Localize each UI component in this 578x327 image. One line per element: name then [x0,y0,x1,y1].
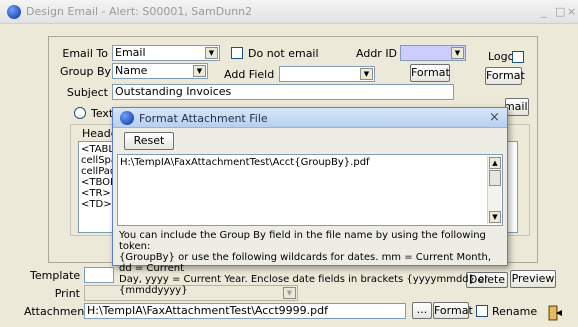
text-radio[interactable] [74,107,86,119]
dialog-title: Format Attachment File [139,112,268,125]
text-radio-label: Text [91,107,114,120]
window-title: Design Email - Alert: S00001, SamDunn2 [26,5,253,18]
dialog-title-bar: Format Attachment File × [113,108,507,128]
do-not-email-label: Do not email [248,47,319,60]
scroll-up-icon[interactable]: ▲ [489,157,501,169]
header-line: <TABL [81,144,114,155]
path-scrollbar[interactable]: ▲ ▼ [487,156,501,224]
attachment-format-button[interactable]: Format [433,302,473,319]
rename-label: Rename [492,305,538,318]
group-by-dropdown-icon[interactable]: ▼ [193,65,206,77]
format-attachment-dialog: Format Attachment File × Reset H:\TempIA… [112,107,508,296]
addr-id-select[interactable]: ▼ [400,45,466,61]
template-field[interactable] [84,267,114,283]
group-by-select[interactable]: Name ▼ [112,63,208,79]
print-label: Print [54,287,80,300]
subject-label: Subject [66,86,108,99]
do-not-email-checkbox[interactable] [231,47,243,59]
app-icon [120,111,134,125]
path-memo[interactable]: H:\TempIA\FaxAttachmentTest\Acct{GroupBy… [117,154,503,226]
email-to-dropdown-icon[interactable]: ▼ [205,47,218,59]
add-field-format-button[interactable]: Format [410,64,450,82]
template-label: Template [30,269,81,282]
email-to-select[interactable]: Email ▼ [112,45,220,61]
subject-field[interactable]: Outstanding Invoices [112,84,454,100]
email-to-label: Email To [62,47,108,60]
header-line: <TR> [81,188,111,199]
email-to-value: Email [115,46,146,59]
app-icon [7,5,21,19]
reset-button[interactable]: Reset [124,132,174,150]
logo-checkbox[interactable] [512,51,524,63]
window-title-bar: Design Email - Alert: S00001, SamDunn2 _… [0,0,578,24]
design-email-window: Design Email - Alert: S00001, SamDunn2 _… [0,0,578,327]
help-text: You can include the Group By field in th… [119,230,492,296]
header-line: cellPad [81,166,117,177]
attachment-label: Attachment [24,305,89,318]
scroll-thumb[interactable] [489,170,501,186]
maximize-button[interactable]: □ [555,5,565,18]
add-field-select[interactable]: ▼ [279,66,375,82]
path-text: H:\TempIA\FaxAttachmentTest\Acct{GroupBy… [120,157,370,168]
rename-checkbox[interactable] [476,305,488,317]
attachment-browse-button[interactable]: ... [412,302,432,319]
attachment-field[interactable]: H:\TempIA\FaxAttachmentTest\Acct9999.pdf [84,303,406,319]
scroll-down-icon[interactable]: ▼ [489,211,501,223]
group-by-label: Group By [60,65,112,78]
add-field-dropdown-icon[interactable]: ▼ [360,68,373,80]
preview-button[interactable]: Preview [510,270,556,288]
addr-id-label: Addr ID [356,47,398,60]
close-button[interactable]: × [567,5,576,18]
email-from-button[interactable]: Email From [505,98,529,116]
minimize-button[interactable]: _ [541,5,547,18]
dialog-close-button[interactable]: × [489,110,500,125]
group-by-value: Name [115,64,148,77]
addr-id-dropdown-icon[interactable]: ▼ [451,47,464,59]
logo-label: Logo [488,50,515,63]
add-field-label: Add Field [224,68,275,81]
logo-format-button[interactable]: Format [485,67,525,85]
exit-icon[interactable] [547,305,563,321]
